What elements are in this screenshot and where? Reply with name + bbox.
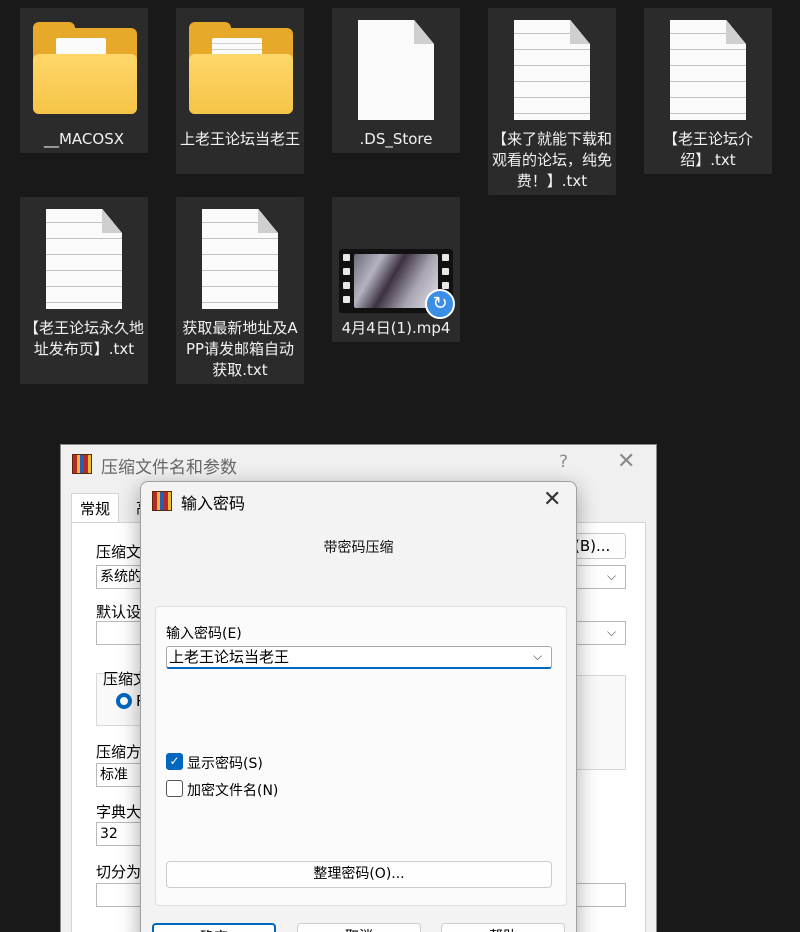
blank-file-icon <box>332 16 460 128</box>
dialog-title: 输入密码 <box>181 494 246 513</box>
file-name: 【老王论坛介绍】.txt <box>662 130 753 169</box>
show-password-label: 显示密码(S) <box>187 756 263 772</box>
chevron-down-icon[interactable]: ⌵ <box>607 569 616 584</box>
cancel-button[interactable]: 取消 <box>297 923 421 932</box>
dialog-title: 压缩文件名和参数 <box>101 458 237 478</box>
file-tile-address-page-txt[interactable]: 【老王论坛永久地址发布页】.txt <box>20 197 148 384</box>
ok-button[interactable]: 确定 <box>152 923 276 932</box>
chevron-down-icon[interactable]: ⌵ <box>533 649 542 664</box>
folder-icon <box>20 16 148 128</box>
show-password-checkbox[interactable]: ✓ <box>166 753 183 770</box>
text-file-icon <box>20 205 148 317</box>
file-name: 上老王论坛当老王 <box>180 130 301 148</box>
folder-icon <box>176 16 304 128</box>
organize-passwords-button[interactable]: 整理密码(O)... <box>166 861 552 888</box>
file-name: 【来了就能下载和观看的论坛，纯免费！】.txt <box>492 130 613 190</box>
close-icon[interactable]: ✕ <box>543 487 561 512</box>
sync-icon: ↻ <box>425 289 455 319</box>
file-tile-laowang-folder[interactable]: 上老王论坛当老王 <box>176 8 304 174</box>
file-tile-intro-txt[interactable]: 【老王论坛介绍】.txt <box>644 8 772 174</box>
password-label: 输入密码(E) <box>166 626 242 642</box>
file-name: 4月4日(1).mp4 <box>341 319 451 337</box>
tab-general[interactable]: 常规 <box>71 493 120 523</box>
file-name: 【老王论坛永久地址发布页】.txt <box>24 319 145 358</box>
file-name: __MACOSX <box>43 130 125 148</box>
encrypt-filenames-checkbox[interactable] <box>166 780 183 797</box>
winrar-icon <box>152 491 172 511</box>
close-icon[interactable]: ✕ <box>617 449 635 474</box>
text-file-icon <box>644 16 772 128</box>
format-rar-radio[interactable] <box>116 693 132 709</box>
help-button[interactable]: ? <box>559 452 568 472</box>
file-tile-video-mp4[interactable]: ↻ 4月4日(1).mp4 <box>332 197 460 342</box>
file-tile-free-forum-txt[interactable]: 【来了就能下载和观看的论坛，纯免费！】.txt <box>488 8 616 195</box>
chevron-down-icon[interactable]: ⌵ <box>607 625 616 640</box>
file-name: 获取最新地址及APP请发邮箱自动获取.txt <box>182 319 298 379</box>
file-tile-macosx[interactable]: __MACOSX <box>20 8 148 153</box>
text-file-icon <box>488 16 616 128</box>
dialog-titlebar: 压缩文件名和参数 ? ✕ <box>61 445 656 483</box>
help-button[interactable]: 帮助 <box>441 923 565 932</box>
winrar-icon <box>72 454 92 474</box>
password-input[interactable]: 上老王论坛当老王 <box>166 646 552 669</box>
file-tile-ds-store[interactable]: .DS_Store <box>332 8 460 153</box>
password-dialog: 输入密码 ✕ 带密码压缩 输入密码(E) 上老王论坛当老王 ⌵ ✓ 显示密码(S… <box>140 481 577 932</box>
video-file-icon: ↻ <box>332 205 460 319</box>
encrypt-filenames-label: 加密文件名(N) <box>187 783 279 799</box>
file-name: .DS_Store <box>359 130 433 148</box>
dialog-subtitle: 带密码压缩 <box>323 540 394 556</box>
file-tile-get-address-txt[interactable]: 获取最新地址及APP请发邮箱自动获取.txt <box>176 197 304 384</box>
text-file-icon <box>176 205 304 317</box>
